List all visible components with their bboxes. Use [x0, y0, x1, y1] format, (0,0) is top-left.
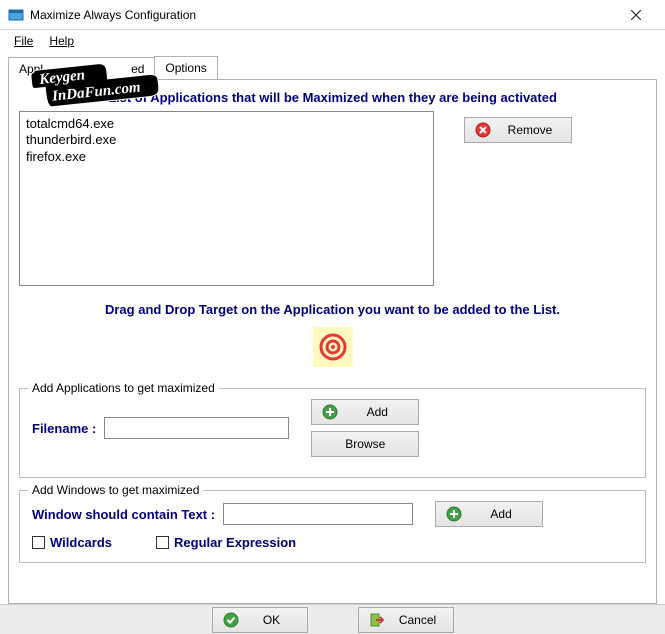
- tab-applications[interactable]: Applications maximized: [8, 57, 155, 80]
- remove-icon: [475, 122, 491, 138]
- filename-input[interactable]: [104, 417, 289, 439]
- filename-label: Filename :: [32, 421, 96, 436]
- remove-button[interactable]: Remove: [464, 117, 572, 143]
- add-app-button[interactable]: Add: [311, 399, 419, 425]
- cancel-button[interactable]: Cancel: [358, 607, 454, 633]
- browse-button[interactable]: Browse: [311, 431, 419, 457]
- add-window-legend: Add Windows to get maximized: [28, 483, 203, 497]
- add-window-label: Add: [470, 507, 532, 521]
- add-app-buttons: Add Browse: [311, 399, 419, 457]
- list-item[interactable]: firefox.exe: [26, 149, 427, 165]
- menu-file[interactable]: File: [6, 32, 41, 50]
- regex-label: Regular Expression: [174, 535, 296, 550]
- tab-label-prefix: Appl: [19, 62, 43, 76]
- titlebar: Maximize Always Configuration: [0, 0, 665, 30]
- tab-options[interactable]: Options: [154, 56, 217, 79]
- drag-hint: Drag and Drop Target on the Application …: [19, 302, 646, 317]
- filename-row: Filename : Add Browse: [32, 399, 633, 457]
- add-app-legend: Add Applications to get maximized: [28, 381, 219, 395]
- add-icon: [446, 506, 462, 522]
- menu-help[interactable]: Help: [41, 32, 82, 50]
- ok-button[interactable]: OK: [212, 607, 308, 633]
- add-icon: [322, 404, 338, 420]
- app-list-row: totalcmd64.exe thunderbird.exe firefox.e…: [19, 111, 646, 286]
- tab-label-suffix: ed: [131, 62, 144, 76]
- target-row: [19, 327, 646, 370]
- bottom-bar: OK Cancel: [0, 604, 665, 634]
- list-title: List of Applications that will be Maximi…: [19, 90, 646, 105]
- add-app-label: Add: [346, 405, 408, 419]
- content-area: Applications maximized Options List of A…: [0, 52, 665, 604]
- add-window-button[interactable]: Add: [435, 501, 543, 527]
- add-window-group: Add Windows to get maximized Window shou…: [19, 490, 646, 563]
- list-item[interactable]: totalcmd64.exe: [26, 116, 427, 132]
- wildcards-checkbox[interactable]: Wildcards: [32, 535, 112, 550]
- window-text-row: Window should contain Text : Add: [32, 501, 633, 527]
- window-text-label: Window should contain Text :: [32, 507, 215, 522]
- checkbox-row: Wildcards Regular Expression: [32, 535, 633, 550]
- drag-target[interactable]: [313, 327, 353, 367]
- wildcards-label: Wildcards: [50, 535, 112, 550]
- window-text-input[interactable]: [223, 503, 413, 525]
- ok-label: OK: [247, 613, 297, 627]
- menubar: File Help: [0, 30, 665, 52]
- checkbox-icon: [156, 536, 169, 549]
- browse-label: Browse: [322, 437, 408, 451]
- applications-listbox[interactable]: totalcmd64.exe thunderbird.exe firefox.e…: [19, 111, 434, 286]
- add-app-group: Add Applications to get maximized Filena…: [19, 388, 646, 478]
- close-button[interactable]: [615, 1, 657, 29]
- tab-panel: List of Applications that will be Maximi…: [8, 80, 657, 604]
- checkbox-icon: [32, 536, 45, 549]
- window-title: Maximize Always Configuration: [30, 8, 615, 22]
- tabs: Applications maximized Options: [8, 56, 657, 80]
- list-item[interactable]: thunderbird.exe: [26, 132, 427, 148]
- remove-label: Remove: [499, 123, 561, 137]
- window-icon: [8, 7, 24, 23]
- regex-checkbox[interactable]: Regular Expression: [156, 535, 296, 550]
- cancel-label: Cancel: [393, 613, 443, 627]
